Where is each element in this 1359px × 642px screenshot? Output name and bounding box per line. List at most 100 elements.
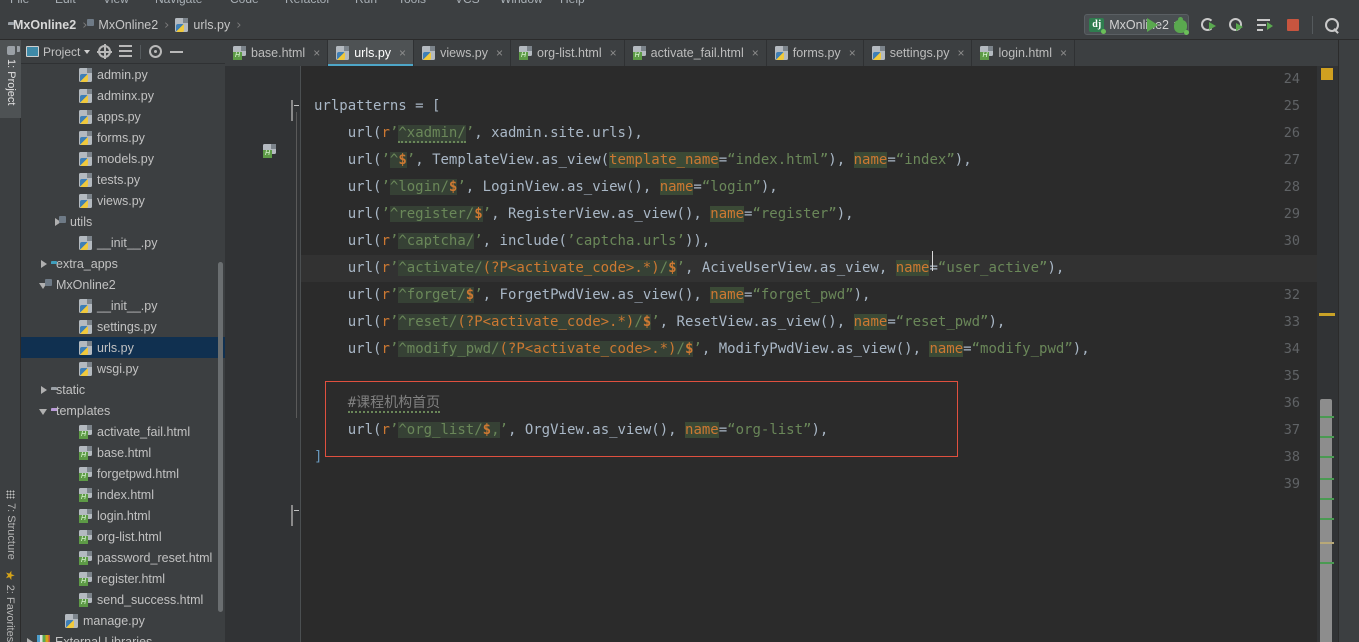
- tree-item[interactable]: Hlogin.html: [21, 505, 225, 526]
- sidebar-item-structure[interactable]: 7: Structure: [5, 490, 17, 560]
- menu-item-view[interactable]: View: [103, 0, 129, 6]
- run-with-console-button[interactable]: [1256, 16, 1274, 34]
- close-icon[interactable]: ×: [1060, 46, 1067, 60]
- tree-item[interactable]: External Libraries: [21, 631, 225, 642]
- code-line[interactable]: url(r’^xadmin/’, xadmin.site.urls),: [301, 120, 1338, 147]
- collapse-all-icon[interactable]: [119, 45, 133, 58]
- close-icon[interactable]: ×: [496, 46, 503, 60]
- chevron-down-icon[interactable]: [39, 406, 49, 416]
- editor-marker-bar[interactable]: [1317, 66, 1338, 642]
- profile-button[interactable]: [1228, 16, 1246, 34]
- chevron-right-icon[interactable]: [39, 385, 49, 395]
- code-line[interactable]: [301, 66, 1338, 93]
- code-line[interactable]: url(’^register/$’, RegisterView.as_view(…: [301, 201, 1338, 228]
- tree-item[interactable]: Hactivate_fail.html: [21, 421, 225, 442]
- code-line[interactable]: url(r’^activate/(?P<activate_code>.*)/$’…: [301, 255, 1338, 282]
- menu-item-navigate[interactable]: Navigate: [155, 0, 202, 6]
- tree-item[interactable]: models.py: [21, 148, 225, 169]
- menu-item-vcs[interactable]: VCS: [455, 0, 480, 6]
- close-icon[interactable]: ×: [752, 46, 759, 60]
- close-icon[interactable]: ×: [849, 46, 856, 60]
- tab-org-list-html[interactable]: Horg-list.html ×: [511, 40, 625, 66]
- menu-item-run[interactable]: Run: [355, 0, 377, 6]
- close-icon[interactable]: ×: [313, 46, 320, 60]
- tree-item[interactable]: Hregister.html: [21, 568, 225, 589]
- code-editor[interactable]: 24252627282930313233343536373839 H urlpa…: [225, 66, 1338, 642]
- breadcrumb-item-module[interactable]: MxOnline2: [93, 18, 158, 32]
- tree-item[interactable]: settings.py: [21, 316, 225, 337]
- run-with-coverage-button[interactable]: [1200, 16, 1218, 34]
- code-line[interactable]: url(r’^captcha/’, include(’captcha.urls’…: [301, 228, 1338, 255]
- target-icon[interactable]: [97, 44, 113, 59]
- project-tree[interactable]: admin.py adminx.py apps.py forms.py models.p…: [21, 64, 225, 642]
- stop-button[interactable]: [1284, 16, 1302, 34]
- breadcrumb-item-file[interactable]: urls.py: [175, 18, 230, 32]
- tree-item[interactable]: __init__.py: [21, 232, 225, 253]
- tree-item[interactable]: admin.py: [21, 64, 225, 85]
- code-line[interactable]: url(r’^modify_pwd/(?P<activate_code>.*)/…: [301, 336, 1338, 363]
- tree-item[interactable]: Hsend_success.html: [21, 589, 225, 610]
- code-line[interactable]: #课程机构首页: [301, 390, 1338, 417]
- tree-item[interactable]: Hindex.html: [21, 484, 225, 505]
- tree-item[interactable]: wsgi.py: [21, 358, 225, 379]
- tree-item[interactable]: Hpassword_reset.html: [21, 547, 225, 568]
- code-line[interactable]: ]: [301, 444, 1338, 471]
- menu-item-window[interactable]: Window: [500, 0, 543, 6]
- code-line[interactable]: url(r’^forget/$’, ForgetPwdView.as_view(…: [301, 282, 1338, 309]
- tree-item[interactable]: utils: [21, 211, 225, 232]
- chevron-right-icon[interactable]: [39, 259, 49, 269]
- tree-item[interactable]: __init__.py: [21, 295, 225, 316]
- tab-forms-py[interactable]: forms.py ×: [767, 40, 864, 66]
- code-content[interactable]: urlpatterns = [ url(r’^xadmin/’, xadmin.…: [301, 66, 1338, 642]
- menu-item-refactor[interactable]: Refactor: [285, 0, 330, 6]
- chevron-right-icon[interactable]: [25, 637, 35, 642]
- settings-gear-icon[interactable]: [149, 45, 163, 58]
- editor-tab-bar[interactable]: Hbase.html × urls.py × views.py × Horg-list.ht…: [225, 40, 1338, 66]
- code-line[interactable]: url(’^login/$’, LoginView.as_view(), nam…: [301, 174, 1338, 201]
- close-icon[interactable]: ×: [957, 46, 964, 60]
- tree-item[interactable]: templates: [21, 400, 225, 421]
- tree-item[interactable]: adminx.py: [21, 85, 225, 106]
- menu-item-help[interactable]: Help: [560, 0, 585, 6]
- menu-item-file[interactable]: File: [10, 0, 29, 6]
- project-tree-scrollbar[interactable]: [218, 262, 223, 612]
- tab-activate_fail-html[interactable]: Hactivate_fail.html ×: [625, 40, 767, 66]
- menu-item-edit[interactable]: Edit: [55, 0, 76, 6]
- code-line[interactable]: [301, 471, 1338, 498]
- tree-item[interactable]: Hbase.html: [21, 442, 225, 463]
- error-marker[interactable]: [1319, 313, 1335, 316]
- html-file-icon[interactable]: H: [263, 144, 276, 158]
- tree-item[interactable]: apps.py: [21, 106, 225, 127]
- sidebar-item-project[interactable]: 1: Project: [5, 46, 17, 105]
- tree-item[interactable]: forms.py: [21, 127, 225, 148]
- warning-marker[interactable]: [1321, 68, 1333, 80]
- tree-item[interactable]: extra_apps: [21, 253, 225, 274]
- project-title[interactable]: Project: [26, 45, 91, 59]
- search-icon[interactable]: [1323, 16, 1341, 34]
- tab-settings-py[interactable]: settings.py ×: [864, 40, 973, 66]
- tree-item[interactable]: MxOnline2: [21, 274, 225, 295]
- menu-item-tools[interactable]: Tools: [398, 0, 426, 6]
- run-button[interactable]: [1144, 16, 1162, 34]
- tree-item[interactable]: Hforgetpwd.html: [21, 463, 225, 484]
- menu-item-code[interactable]: Code: [230, 0, 259, 6]
- code-line[interactable]: url(’^$’, TemplateView.as_view(template_…: [301, 147, 1338, 174]
- debug-button[interactable]: [1172, 16, 1190, 35]
- tab-urls-py[interactable]: urls.py ×: [328, 40, 415, 66]
- tree-item[interactable]: Horg-list.html: [21, 526, 225, 547]
- tree-item[interactable]: views.py: [21, 190, 225, 211]
- close-icon[interactable]: ×: [610, 46, 617, 60]
- tab-base-html[interactable]: Hbase.html ×: [225, 40, 329, 66]
- code-line[interactable]: url(r’^reset/(?P<activate_code>.*)/$’, R…: [301, 309, 1338, 336]
- close-icon[interactable]: ×: [399, 46, 406, 60]
- tree-item[interactable]: static: [21, 379, 225, 400]
- code-line[interactable]: url(r’^org_list/$,’, OrgView.as_view(), …: [301, 417, 1338, 444]
- code-line[interactable]: urlpatterns = [: [301, 93, 1338, 120]
- tab-views-py[interactable]: views.py ×: [414, 40, 512, 66]
- tree-item[interactable]: manage.py: [21, 610, 225, 631]
- tree-item[interactable]: tests.py: [21, 169, 225, 190]
- breadcrumb-item-project[interactable]: MxOnline2: [8, 18, 76, 32]
- tab-login-html[interactable]: Hlogin.html ×: [972, 40, 1075, 66]
- code-line[interactable]: [301, 363, 1338, 390]
- sidebar-item-favorites[interactable]: ★ 2: Favorites: [3, 570, 17, 642]
